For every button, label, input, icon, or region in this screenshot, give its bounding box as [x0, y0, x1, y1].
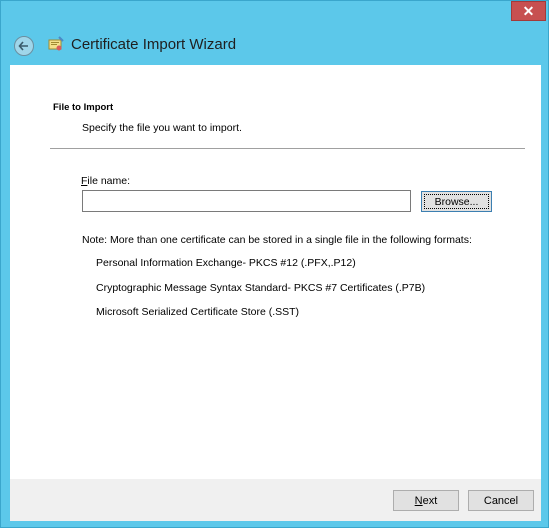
file-name-input[interactable] [82, 190, 411, 212]
wizard-window: ✕ Certificate Import Wizard File to Impo… [0, 0, 549, 528]
file-name-label: File name: [81, 175, 130, 187]
section-subtitle: Specify the file you want to import. [82, 122, 242, 134]
format-item: Cryptographic Message Syntax Standard- P… [96, 282, 426, 294]
format-item: Personal Information Exchange- PKCS #12 … [96, 257, 356, 269]
cancel-button[interactable]: Cancel [468, 490, 534, 511]
next-button[interactable]: Next [393, 490, 459, 511]
next-label: ext [422, 494, 438, 507]
browse-button[interactable]: Browse... [421, 191, 492, 212]
formats-note: Note: More than one certificate can be s… [82, 234, 472, 246]
back-arrow-icon [18, 41, 28, 51]
next-accesskey: N [414, 494, 423, 507]
close-icon: ✕ [522, 2, 535, 19]
section-title: File to Import [53, 102, 114, 113]
wizard-title: Certificate Import Wizard [71, 36, 237, 53]
format-item: Microsoft Serialized Certificate Store (… [96, 306, 300, 318]
footer-bar [10, 479, 541, 521]
certificate-wizard-icon [48, 36, 64, 51]
back-button[interactable] [14, 36, 34, 56]
divider [50, 148, 525, 149]
close-button[interactable]: ✕ [511, 1, 546, 21]
file-name-label-text: ile name: [87, 175, 131, 187]
